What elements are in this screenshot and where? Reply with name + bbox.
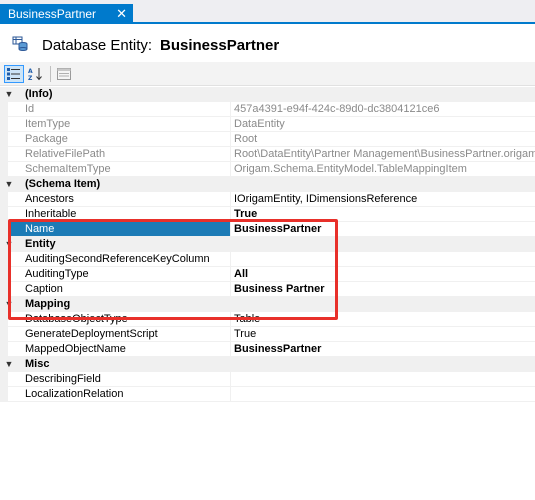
category-info[interactable]: ▼ (Info) [0,87,535,102]
database-entity-icon [12,36,28,51]
tab-businesspartner[interactable]: BusinessPartner ✕ [0,4,133,24]
categorized-icon [7,68,20,80]
tab-label: BusinessPartner [8,7,97,21]
property-name: ItemType [8,117,231,132]
property-value[interactable]: DataEntity [231,117,535,132]
property-value[interactable] [231,372,535,387]
property-name: GenerateDeploymentScript [8,327,231,342]
property-value[interactable] [231,387,535,402]
property-row-localizationrelation[interactable]: LocalizationRelation [0,387,535,402]
property-name: MappedObjectName [8,342,231,357]
property-row-auditingtype[interactable]: AuditingType All [0,267,535,282]
category-label: Mapping [25,298,71,310]
property-name: DescribingField [8,372,231,387]
property-value[interactable]: Business Partner [231,282,535,297]
editor-header: Database Entity: BusinessPartner [0,26,535,64]
property-row-mappedobjectname[interactable]: MappedObjectName BusinessPartner [0,342,535,357]
property-row-itemtype[interactable]: ItemType DataEntity [0,117,535,132]
property-value[interactable]: Root [231,132,535,147]
property-value[interactable]: 457a4391-e94f-424c-89d0-dc3804121ce6 [231,102,535,117]
svg-text:A: A [28,68,33,75]
property-name: DatabaseObjectType [8,312,231,327]
toolbar-divider [50,66,51,82]
property-value[interactable]: Root\DataEntity\Partner Management\Busin… [231,147,535,162]
property-row-auditingsecondreferencekeycolumn[interactable]: AuditingSecondReferenceKeyColumn [0,252,535,267]
property-value[interactable]: IOrigamEntity, IDimensionsReference [231,192,535,207]
property-row-describingfield[interactable]: DescribingField [0,372,535,387]
chevron-down-icon[interactable]: ▼ [0,177,18,192]
property-row-name[interactable]: Name BusinessPartner [0,222,535,237]
categorized-button[interactable] [4,65,24,83]
category-label: Entity [25,238,56,250]
property-name: RelativeFilePath [8,147,231,162]
sort-alphabetical-icon: A Z [28,68,42,81]
property-value[interactable]: Table [231,312,535,327]
property-name: AuditingType [8,267,231,282]
close-icon[interactable]: ✕ [116,6,127,22]
property-name: LocalizationRelation [8,387,231,402]
property-value[interactable] [231,252,535,267]
property-value[interactable]: True [231,207,535,222]
property-grid-toolbar: A Z [0,62,535,86]
property-row-ancestors[interactable]: Ancestors IOrigamEntity, IDimensionsRefe… [0,192,535,207]
property-value[interactable]: BusinessPartner [231,342,535,357]
property-value[interactable]: All [231,267,535,282]
property-row-package[interactable]: Package Root [0,132,535,147]
page-title-prefix: Database Entity: [42,37,153,54]
property-name: Inheritable [8,207,231,222]
property-pages-icon [57,68,71,80]
property-row-caption[interactable]: Caption Business Partner [0,282,535,297]
property-name: SchemaItemType [8,162,231,177]
page-title: BusinessPartner [160,37,280,54]
chevron-down-icon[interactable]: ▼ [0,297,18,312]
document-tab-bar: BusinessPartner ✕ [0,0,535,24]
category-label: (Info) [25,88,53,100]
property-name: Ancestors [8,192,231,207]
property-name: Caption [8,282,231,297]
property-row-databaseobjecttype[interactable]: DatabaseObjectType Table [0,312,535,327]
chevron-down-icon[interactable]: ▼ [0,357,18,372]
property-grid: ▼ (Info) Id 457a4391-e94f-424c-89d0-dc38… [0,87,535,500]
property-value[interactable]: BusinessPartner [231,222,535,237]
category-label: Misc [25,358,50,370]
property-row-schemaitemtype[interactable]: SchemaItemType Origam.Schema.EntityModel… [0,162,535,177]
category-mapping[interactable]: ▼ Mapping [0,297,535,312]
category-misc[interactable]: ▼ Misc [0,357,535,372]
alphabetical-button[interactable]: A Z [26,65,46,83]
property-row-generatedeploymentscript[interactable]: GenerateDeploymentScript True [0,327,535,342]
category-schema-item[interactable]: ▼ (Schema Item) [0,177,535,192]
property-name: Name [8,222,231,237]
property-name: AuditingSecondReferenceKeyColumn [8,252,231,267]
property-value[interactable]: Origam.Schema.EntityModel.TableMappingIt… [231,162,535,177]
chevron-down-icon[interactable]: ▼ [0,87,18,102]
property-pages-button[interactable] [54,65,74,83]
property-value[interactable]: True [231,327,535,342]
category-entity[interactable]: ▼ Entity [0,237,535,252]
svg-text:Z: Z [28,75,33,81]
property-row-inheritable[interactable]: Inheritable True [0,207,535,222]
category-label: (Schema Item) [25,178,101,190]
property-row-relativefilepath[interactable]: RelativeFilePath Root\DataEntity\Partner… [0,147,535,162]
property-name: Id [8,102,231,117]
chevron-down-icon[interactable]: ▼ [0,237,18,252]
property-name: Package [8,132,231,147]
property-row-id[interactable]: Id 457a4391-e94f-424c-89d0-dc3804121ce6 [0,102,535,117]
